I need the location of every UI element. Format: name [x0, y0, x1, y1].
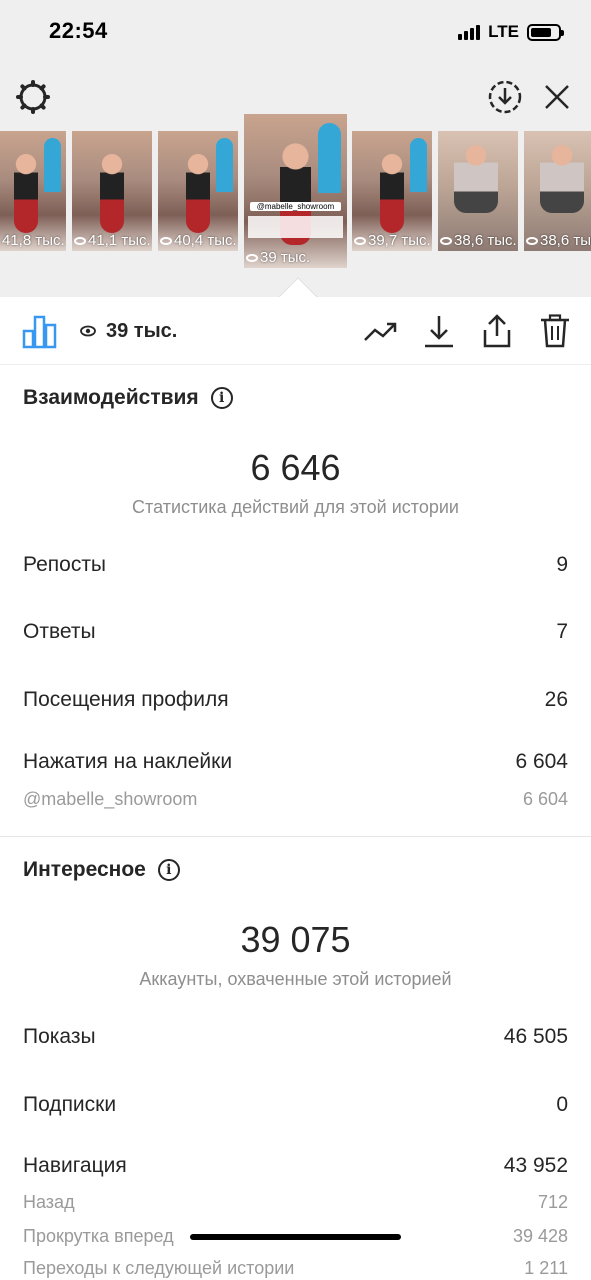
stat-row-impressions: Показы 46 505 [23, 1025, 568, 1048]
discovery-total: 39 075 [240, 919, 351, 960]
story-views: 41,1 тыс. [74, 232, 151, 249]
interactions-total: 6 646 [250, 447, 341, 488]
close-icon[interactable] [538, 78, 576, 116]
interactions-subtitle: Статистика действий для этой истории [132, 497, 459, 517]
stat-row-sticker-taps: Нажатия на наклейки 6 604 [23, 750, 568, 773]
stat-subrow-back: Назад 712 [23, 1192, 568, 1212]
signal-icon [458, 24, 481, 40]
story-caption [248, 215, 343, 238]
story-thumbnail[interactable]: 38,6 тыс. [524, 131, 591, 251]
section-divider [0, 836, 591, 837]
story-views: 40,4 тыс. [160, 232, 237, 249]
info-icon[interactable]: i [157, 859, 180, 881]
discovery-subtitle: Аккаунты, охваченные этой историей [139, 969, 452, 989]
trend-icon[interactable] [363, 313, 399, 349]
stat-row-profile-visits: Посещения профиля 26 [23, 688, 568, 711]
discovery-title: Интересное i [23, 858, 180, 882]
stat-subrow-mention: @mabelle_showroom 6 604 [23, 789, 568, 809]
info-icon[interactable]: i [210, 387, 233, 409]
stat-row-navigation: Навигация 43 952 [23, 1154, 568, 1177]
story-views: 38,6 тыс. [526, 232, 591, 249]
interactions-title: Взаимодействия i [23, 386, 233, 410]
insights-toolbar: 39 тыс. [0, 297, 591, 365]
share-icon[interactable] [479, 313, 515, 349]
stat-row-reposts: Репосты 9 [23, 553, 568, 576]
story-views: 41,8 тыс. [2, 232, 65, 249]
story-views: 39 тыс. [246, 249, 310, 266]
story-thumbnail[interactable]: 39,7 тыс. [352, 131, 432, 251]
story-views: 39,7 тыс. [354, 232, 431, 249]
story-views: 38,6 тыс. [440, 232, 517, 249]
story-thumbnail[interactable]: 38,6 тыс. [438, 131, 518, 251]
download-icon[interactable] [421, 313, 457, 349]
gear-icon[interactable] [14, 78, 52, 116]
views-count: 39 тыс. [80, 320, 177, 343]
mention-sticker: @mabelle_showroom [250, 201, 341, 211]
story-thumbnail[interactable]: 41,1 тыс. [72, 131, 152, 251]
story-thumbnail[interactable]: 41,8 тыс. [0, 131, 66, 251]
story-thumbnail-selected[interactable]: @mabelle_showroom 39 тыс. [244, 114, 347, 268]
bar-chart-icon[interactable] [22, 313, 58, 354]
stat-subrow-next-story: Переходы к следующей истории 1 211 [23, 1258, 568, 1278]
eye-icon [80, 320, 96, 343]
stat-row-follows: Подписки 0 [23, 1093, 568, 1116]
status-time: 22:54 [49, 18, 108, 43]
stat-row-replies: Ответы 7 [23, 620, 568, 643]
story-thumbnail[interactable]: 40,4 тыс. [158, 131, 238, 251]
battery-icon [527, 23, 564, 41]
network-label: LTE [488, 22, 519, 41]
download-circle-icon[interactable] [486, 78, 524, 116]
trash-icon[interactable] [537, 313, 573, 349]
home-indicator[interactable] [190, 1234, 401, 1240]
status-indicators: LTE [458, 22, 564, 42]
story-carousel-area: 22:54 LTE 41,8 тыс. 41,1 тыс. 40,4 тыс. … [0, 0, 591, 297]
